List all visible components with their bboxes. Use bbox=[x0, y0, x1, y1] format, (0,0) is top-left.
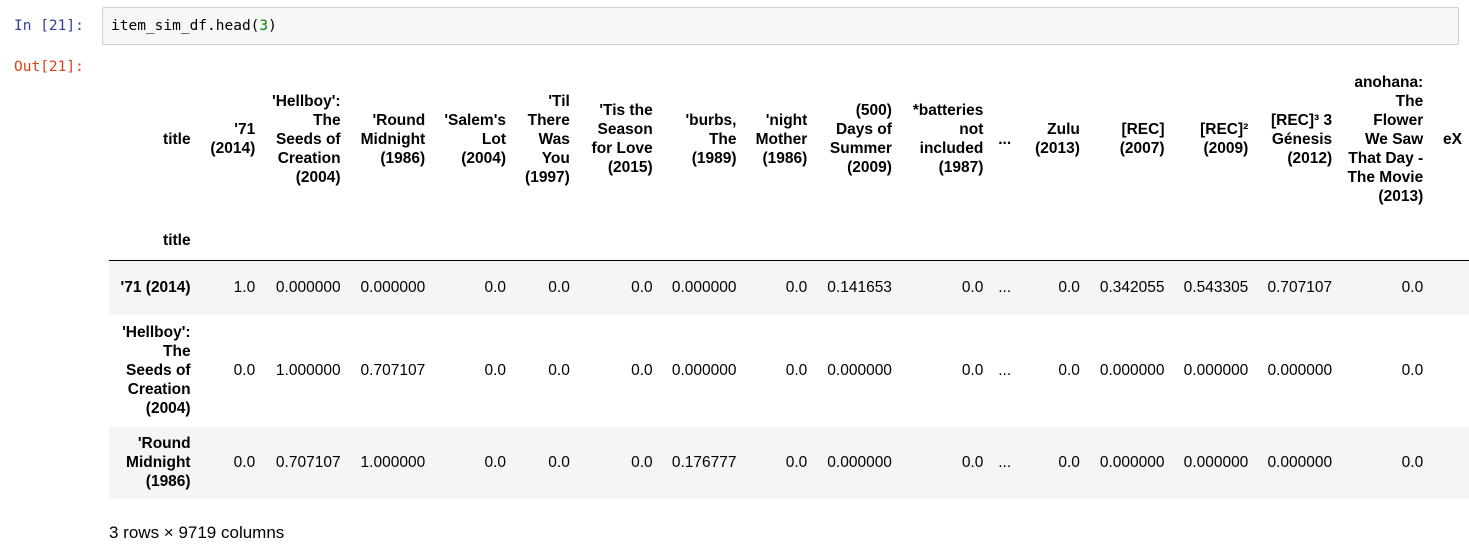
table-cell: 0.707107 bbox=[1267, 279, 1333, 297]
column-header: Zulu (2013) bbox=[1035, 121, 1080, 157]
table-cell: 0.000000 bbox=[1183, 454, 1249, 471]
column-header-row: title '71 (2014) 'Hellboy': The Seeds of… bbox=[109, 58, 1469, 220]
table-cell: 0.342055 bbox=[1099, 279, 1165, 297]
column-header: *batteries not included (1987) bbox=[912, 102, 984, 176]
table-cell: 0.0 bbox=[631, 454, 653, 471]
table-cell: 0.0 bbox=[1058, 362, 1080, 379]
table-cell: 0.0 bbox=[961, 279, 984, 297]
column-header: '71 (2014) bbox=[210, 121, 256, 157]
dataframe-table: title '71 (2014) 'Hellboy': The Seeds of… bbox=[109, 58, 1469, 499]
table-cell: 0.0 bbox=[785, 362, 808, 379]
table-cell: 0.0 bbox=[631, 279, 653, 297]
table-cell: 0.0 bbox=[233, 362, 256, 379]
table-cell: 0.0 bbox=[785, 279, 808, 297]
table-row: 'Hellboy': The Seeds of Creation (2004) … bbox=[109, 314, 1469, 427]
table-cell: 0.0 bbox=[785, 454, 808, 471]
column-header: 'Tis the Season for Love (2015) bbox=[591, 102, 653, 176]
column-header: eX bbox=[1443, 130, 1462, 148]
column-header-ellipsis: ... bbox=[998, 130, 1012, 148]
table-cell: 0.0 bbox=[548, 362, 570, 379]
table-cell: 0.0 bbox=[1401, 279, 1424, 297]
table-cell: 0.0 bbox=[1058, 454, 1080, 471]
row-index-label: 'Round Midnight (1986) bbox=[126, 435, 191, 490]
table-cell: 0.176777 bbox=[671, 454, 737, 471]
table-cell: 0.000000 bbox=[1099, 454, 1165, 471]
table-cell: 0.0 bbox=[484, 279, 507, 297]
table-cell: 0.0 bbox=[484, 362, 507, 379]
table-cell: 0.000000 bbox=[275, 279, 341, 297]
table-cell: 0.0 bbox=[631, 362, 653, 379]
table-cell: 0.0 bbox=[1401, 454, 1424, 471]
table-cell: 0.000000 bbox=[1099, 362, 1165, 379]
code-argument: 3 bbox=[259, 18, 269, 34]
table-cell: 0.0 bbox=[233, 454, 256, 471]
table-cell: 0.000000 bbox=[827, 362, 892, 379]
table-cell: 0.0 bbox=[548, 454, 570, 471]
table-cell bbox=[1430, 427, 1469, 499]
table-cell: 0.0 bbox=[1058, 279, 1080, 297]
row-index-label: '71 (2014) bbox=[120, 279, 191, 297]
input-prompt: In [21]: bbox=[14, 18, 84, 34]
output-area: title '71 (2014) 'Hellboy': The Seeds of… bbox=[109, 58, 1469, 550]
table-cell bbox=[1430, 315, 1469, 427]
table-row: 'Round Midnight (1986) 0.0 0.707107 1.00… bbox=[109, 426, 1469, 499]
table-cell: 0.0 bbox=[548, 279, 570, 297]
column-header: 'Salem's Lot (2004) bbox=[444, 111, 507, 167]
code-suffix: ) bbox=[268, 18, 277, 34]
dataframe-shape-text: 3 rows × 9719 columns bbox=[109, 523, 285, 542]
code-text[interactable]: item_sim_df.head(3) bbox=[111, 18, 277, 34]
column-header: 'night Mother (1986) bbox=[755, 111, 808, 167]
table-cell: 0.000000 bbox=[671, 279, 737, 297]
table-cell: 0.0 bbox=[484, 454, 507, 471]
table-cell: 0.000000 bbox=[360, 279, 426, 297]
code-prefix: item_sim_df.head( bbox=[111, 18, 260, 34]
code-cell-editor[interactable]: item_sim_df.head(3) bbox=[102, 7, 1459, 45]
table-cell: 0.000000 bbox=[1267, 362, 1333, 379]
table-cell: 1.0 bbox=[233, 279, 256, 297]
column-header: 'burbs, The (1989) bbox=[685, 111, 737, 167]
column-header: 'Round Midnight (1986) bbox=[360, 111, 426, 167]
table-cell bbox=[1430, 261, 1469, 315]
table-cell-ellipsis: ... bbox=[998, 279, 1012, 297]
table-cell-ellipsis: ... bbox=[998, 362, 1012, 379]
column-header: [REC] (2007) bbox=[1119, 121, 1165, 157]
table-cell: 0.0 bbox=[961, 454, 984, 471]
table-cell: 1.000000 bbox=[360, 454, 426, 471]
output-prompt: Out[21]: bbox=[14, 59, 84, 75]
table-cell: 0.707107 bbox=[275, 454, 341, 471]
column-header: anohana: The Flower We Saw That Day - Th… bbox=[1347, 73, 1424, 205]
columns-name-label: title bbox=[163, 130, 191, 148]
column-header: 'Hellboy': The Seeds of Creation (2004) bbox=[272, 92, 341, 186]
table-cell: 0.0 bbox=[961, 362, 984, 379]
column-header: [REC]² (2009) bbox=[1200, 121, 1249, 157]
table-cell: 0.000000 bbox=[827, 454, 892, 471]
column-header: 'Til There Was You (1997) bbox=[525, 92, 570, 186]
column-header: (500) Days of Summer (2009) bbox=[829, 102, 892, 176]
table-cell: 0.141653 bbox=[827, 279, 892, 297]
table-cell: 0.000000 bbox=[1267, 454, 1333, 471]
table-cell: 0.000000 bbox=[1183, 362, 1249, 379]
column-header: [REC]³ 3 Génesis (2012) bbox=[1270, 111, 1333, 167]
table-cell: 0.543305 bbox=[1183, 279, 1249, 297]
table-cell: 0.000000 bbox=[671, 362, 737, 379]
table-cell: 0.707107 bbox=[360, 362, 426, 379]
index-name-row: title bbox=[109, 220, 1469, 261]
table-cell-ellipsis: ... bbox=[998, 454, 1012, 471]
index-name-label: title bbox=[109, 220, 198, 261]
row-index-label: 'Hellboy': The Seeds of Creation (2004) bbox=[122, 324, 191, 417]
table-cell: 0.0 bbox=[1401, 362, 1424, 379]
table-cell: 1.000000 bbox=[275, 362, 341, 379]
table-row: '71 (2014) 1.0 0.000000 0.000000 0.0 0.0… bbox=[109, 260, 1469, 315]
